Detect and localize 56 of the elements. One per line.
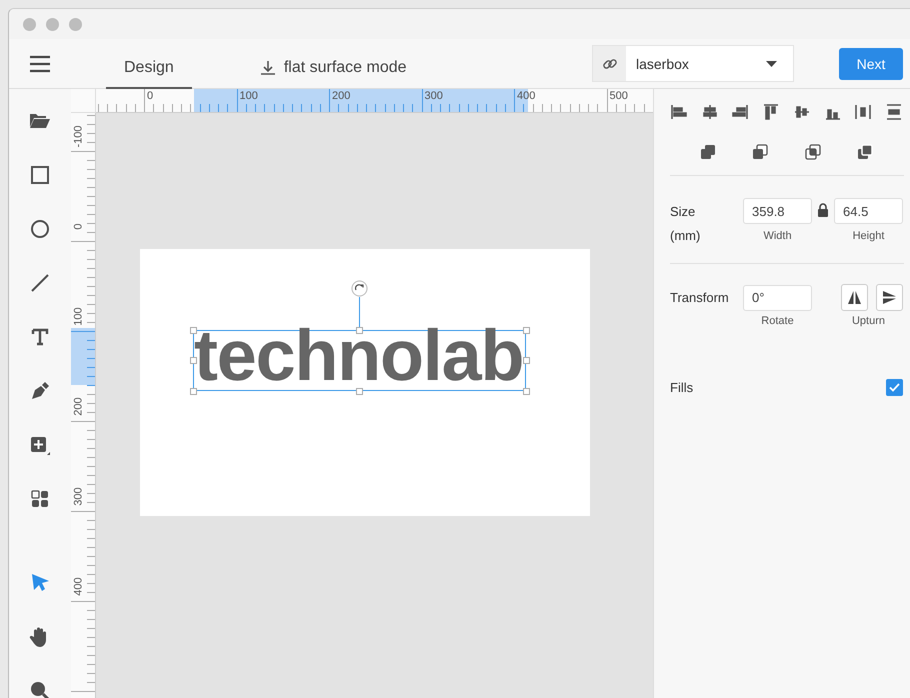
distribute-vertical-icon[interactable] [884, 103, 903, 121]
ruler-label: 500 [610, 91, 628, 102]
align-top-icon[interactable] [762, 103, 780, 121]
ruler-label: 0 [147, 91, 154, 102]
checkmark-icon [889, 383, 900, 392]
resize-handle[interactable] [190, 388, 197, 395]
align-middle-icon[interactable] [792, 103, 811, 121]
resize-handle[interactable] [523, 357, 530, 364]
align-right-icon[interactable] [731, 103, 750, 121]
align-left-icon[interactable] [670, 103, 688, 121]
ruler-label: 300 [74, 486, 84, 508]
device-select[interactable]: laserbox [592, 45, 794, 82]
flip-horizontal-icon[interactable] [841, 284, 868, 311]
resize-handle[interactable] [356, 388, 363, 395]
tab[interactable]: flat surface mode [242, 39, 425, 89]
overlap-squares-icon[interactable] [699, 143, 718, 161]
field-label: Transform [670, 290, 730, 305]
download-icon [260, 60, 276, 76]
fills-checkbox[interactable] [886, 379, 903, 396]
align-center-icon[interactable] [700, 103, 719, 121]
ruler-label: 400 [74, 576, 84, 598]
width-field[interactable]: 359.8 [743, 198, 812, 224]
magnifier-icon[interactable] [28, 679, 52, 698]
field-caption: Rotate [760, 315, 795, 327]
overlap-squares-icon[interactable] [751, 143, 770, 161]
ruler-label: 400 [517, 91, 536, 102]
field-label: (mm) [670, 228, 702, 243]
field-label: Size [670, 204, 696, 218]
distribute-horizontal-icon[interactable] [854, 103, 872, 121]
ruler-label: 100 [74, 306, 84, 328]
field-caption: Width [762, 230, 793, 242]
resize-handle[interactable] [356, 327, 363, 334]
height-field[interactable]: 64.5 [834, 198, 903, 224]
next-button[interactable]: Next [839, 48, 903, 80]
ruler-label: 100 [240, 91, 258, 102]
rotate-field[interactable]: 0° [743, 284, 812, 310]
field-label: Fills [670, 380, 694, 395]
menu-icon[interactable] [29, 54, 51, 72]
selection-range [71, 328, 95, 385]
overlap-squares-icon[interactable] [856, 143, 874, 161]
ruler-label: -100 [74, 124, 84, 150]
field-caption: Height [852, 230, 886, 242]
circle-icon[interactable] [28, 217, 52, 241]
square-icon[interactable] [28, 163, 52, 187]
resize-handle[interactable] [523, 388, 530, 395]
rotate-handle[interactable] [351, 280, 368, 297]
ruler-label: 200 [332, 91, 350, 102]
flip-vertical-icon[interactable] [876, 284, 903, 311]
ruler-label: 300 [424, 91, 443, 102]
overlap-squares-icon[interactable] [804, 143, 822, 161]
ruler-label: 200 [74, 396, 84, 418]
field-caption: Upturn [850, 315, 886, 327]
ruler-label: 0 [74, 222, 84, 232]
resize-handle[interactable] [523, 327, 530, 334]
caret-icon [766, 60, 777, 66]
lock-icon[interactable] [817, 202, 829, 216]
